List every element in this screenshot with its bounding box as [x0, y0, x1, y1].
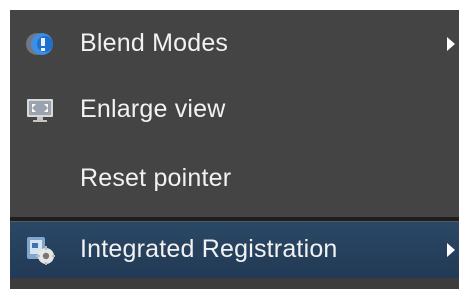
menu-item-blend-modes[interactable]: Blend Modes	[10, 20, 459, 68]
menu-item-reset-pointer[interactable]: Reset pointer	[10, 155, 459, 203]
menu-bottom-edge	[10, 278, 459, 289]
enlarge-view-icon	[24, 94, 56, 126]
context-menu: Blend Modes Enlarge view Reset pointer I…	[10, 10, 459, 289]
blend-modes-icon	[24, 28, 56, 60]
menu-item-label: Enlarge view	[80, 94, 226, 123]
menu-item-label: Integrated Registration	[80, 234, 338, 263]
menu-item-label: Blend Modes	[80, 28, 229, 57]
integrated-registration-icon	[24, 234, 56, 266]
menu-item-integrated-registration[interactable]: Integrated Registration	[10, 222, 459, 278]
submenu-arrow-icon	[447, 37, 455, 51]
menu-item-label: Reset pointer	[80, 163, 232, 192]
submenu-arrow-icon	[447, 243, 455, 257]
menu-item-enlarge-view[interactable]: Enlarge view	[10, 86, 459, 134]
